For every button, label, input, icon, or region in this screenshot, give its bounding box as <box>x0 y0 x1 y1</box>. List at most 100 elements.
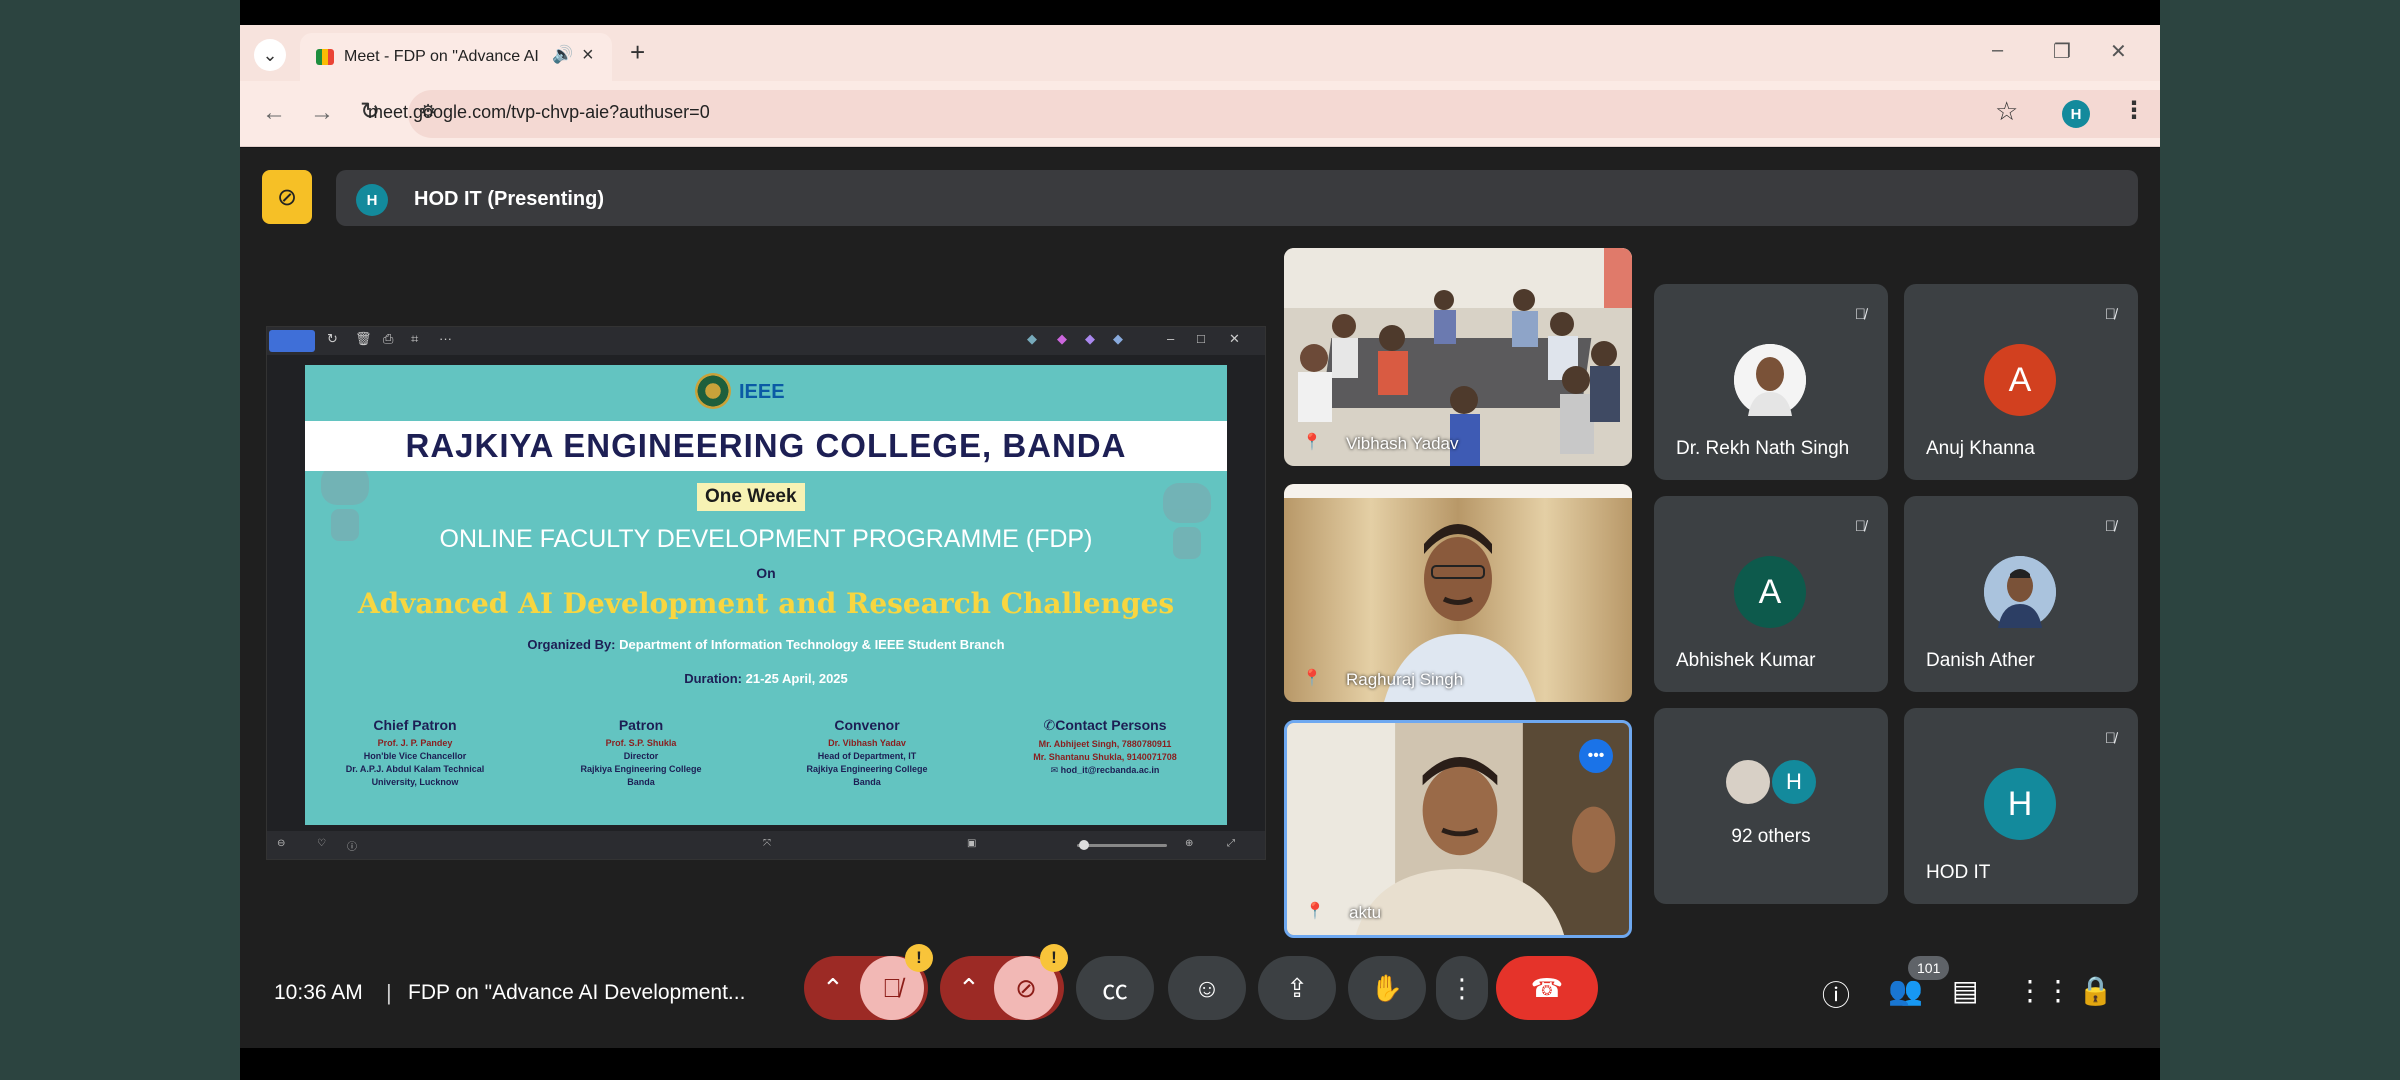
zoom-in-icon: ⊕ <box>1185 838 1194 849</box>
favorite-icon: ♡ <box>317 838 326 849</box>
video-tile[interactable]: 📍 Vibhash Yadav <box>1284 248 1632 466</box>
others-tile[interactable]: H 92 others <box>1654 708 1888 904</box>
edit-button <box>269 330 315 352</box>
participant-name: Vibhash Yadav <box>1346 434 1459 453</box>
column-heading: ✆Contact Persons <box>995 717 1215 734</box>
control-bar: 10:36 AM | FDP on "Advance AI Developmen… <box>240 938 2160 1048</box>
avatar: A <box>1734 556 1806 628</box>
volume-icon[interactable]: 🔊 <box>552 45 573 65</box>
camera-off-icon[interactable]: ⊘ <box>262 170 312 224</box>
present-icon[interactable]: ⇪ <box>1258 956 1336 1020</box>
avatar: H <box>1984 768 2056 840</box>
browser-toolbar: ← → ↻ ⚙ meet.google.com/tvp-chvp-aie?aut… <box>240 81 2160 147</box>
window-close-icon[interactable]: ✕ <box>2110 39 2127 64</box>
video-feed <box>1287 723 1629 935</box>
tool-icon: ◆ <box>1027 331 1037 346</box>
column-line: Prof. J. P. Pandey <box>377 738 453 748</box>
logos: IEEE <box>695 371 835 411</box>
ieee-logo: IEEE <box>739 381 785 403</box>
maximize-icon: □ <box>1197 331 1205 346</box>
warning-icon: ! <box>905 944 933 972</box>
forward-icon[interactable]: → <box>310 99 334 127</box>
participant-tile[interactable]: 🎙̸ H HOD IT <box>1904 708 2138 904</box>
participant-tile[interactable]: 🎙̸ Dr. Rekh Nath Singh <box>1654 284 1888 480</box>
pin-icon[interactable]: 📍 <box>1302 668 1322 688</box>
pin-icon[interactable]: 📍 <box>1305 901 1325 921</box>
profile-avatar[interactable]: H <box>2062 100 2090 128</box>
more-options-icon[interactable]: ⋮ <box>1436 956 1488 1020</box>
activities-icon[interactable]: ⋮⋮ <box>2016 974 2072 1007</box>
clock: 10:36 AM <box>274 981 363 1004</box>
on-label: On <box>756 565 776 581</box>
tab-search-button[interactable]: ⌄ <box>254 39 286 71</box>
browser-tab-strip: ⌄ Meet - FDP on "Advance AI 🔊 × + – ❐ ✕ <box>240 25 2160 81</box>
more-options-icon[interactable]: ••• <box>1579 739 1613 773</box>
meet-area: ⊘ H HOD IT (Presenting) ↻ 🗑 ⎙ ⌗ ··· ◆ ◆ … <box>240 148 2160 1048</box>
divider: | <box>386 980 392 1005</box>
avatar <box>1734 344 1806 416</box>
tab-title: Meet - FDP on "Advance AI <box>344 48 539 65</box>
viewer-toolbar: ↻ 🗑 ⎙ ⌗ ··· ◆ ◆ ◆ ◆ – □ ✕ <box>267 327 1265 355</box>
contact-persons-column: ✆Contact Persons Mr. Abhijeet Singh, 788… <box>995 717 1215 777</box>
mic-off-icon: 🎙̸ <box>1854 518 1866 535</box>
column-line: Mr. Abhijeet Singh, 7880780911 <box>1038 739 1172 749</box>
more-icon: ··· <box>439 331 452 346</box>
pin-icon[interactable]: 📍 <box>1302 432 1322 452</box>
viewer-statusbar: ⊖ ♡ ⓘ ⤧ ▣ ⊕ ⤢ <box>267 831 1265 859</box>
tool-icon: ◆ <box>1113 331 1123 346</box>
participant-tile[interactable]: 🎙̸ Danish Ather <box>1904 496 2138 692</box>
participant-name: HOD IT <box>1926 862 1991 883</box>
one-week-badge: One Week <box>697 483 805 511</box>
participant-name: Raghuraj Singh <box>1346 670 1464 689</box>
organized-label: Organized By: <box>527 637 616 652</box>
meet-favicon-icon <box>316 49 334 65</box>
restore-icon[interactable]: ❐ <box>2053 39 2071 64</box>
delete-icon: 🗑 <box>355 331 372 346</box>
avatar: H <box>1772 760 1816 804</box>
emoji-icon[interactable]: ☺ <box>1168 956 1246 1020</box>
phone-icon: ✆ <box>1043 717 1056 733</box>
email-text: hod_it@recbanda.ac.in <box>1060 765 1160 775</box>
column-line: University, Lucknow <box>371 777 459 787</box>
host-controls-icon[interactable]: 🔒 <box>2078 974 2113 1007</box>
hang-up-icon[interactable]: ☎ <box>1496 956 1598 1020</box>
column-line: Banda <box>853 777 881 787</box>
participant-name: aktu <box>1349 903 1382 922</box>
info-icon[interactable]: ⓘ <box>1822 974 1850 1014</box>
close-icon[interactable]: × <box>582 44 594 67</box>
chief-patron-column: Chief Patron Prof. J. P. Pandey Hon'ble … <box>315 717 515 789</box>
minimize-icon[interactable]: – <box>1992 39 2003 62</box>
participant-tile[interactable]: 🎙̸ A Abhishek Kumar <box>1654 496 1888 692</box>
captions-icon[interactable]: ㏄ <box>1076 956 1154 1020</box>
mic-off-icon: 🎙̸ <box>1854 306 1866 323</box>
participants-count-badge: 101 <box>1908 956 1950 980</box>
mic-off-icon: 🎙̸ <box>2104 306 2116 323</box>
column-heading: Chief Patron <box>373 717 457 733</box>
browser-tab[interactable]: Meet - FDP on "Advance AI 🔊 × <box>300 33 612 81</box>
shared-screen: ↻ 🗑 ⎙ ⌗ ··· ◆ ◆ ◆ ◆ – □ ✕ IEEE RAJKIYA E… <box>266 326 1266 860</box>
mic-off-icon: 🎙̸ <box>2104 730 2116 747</box>
patron-column: Patron Prof. S.P. Shukla Director Rajkiy… <box>541 717 741 789</box>
star-icon[interactable]: ☆ <box>1995 96 2018 127</box>
close-icon: ✕ <box>1229 331 1240 346</box>
avatar: A <box>1984 344 2056 416</box>
column-line: Banda <box>627 777 655 787</box>
zoom-slider <box>1077 844 1167 847</box>
participant-tile[interactable]: 🎙̸ A Anuj Khanna <box>1904 284 2138 480</box>
raise-hand-icon[interactable]: ✋ <box>1348 956 1426 1020</box>
duration: Duration: 21-25 April, 2025 <box>305 671 1227 686</box>
video-tile-active-speaker[interactable]: ••• 📍 aktu <box>1284 720 1632 938</box>
mic-off-icon: 🎙̸ <box>2104 518 2116 535</box>
plus-icon[interactable]: + <box>630 39 645 65</box>
topic-title: Advanced AI Development and Research Cha… <box>357 587 1175 620</box>
menu-icon[interactable]: ⋮ <box>2122 96 2146 125</box>
video-tile[interactable]: 📍 Raghuraj Singh <box>1284 484 1632 702</box>
column-line: ✉ hod_it@recbanda.ac.in <box>995 764 1215 777</box>
bottom-bezel <box>240 1048 2160 1080</box>
organized-value: Department of Information Technology & I… <box>619 637 1005 652</box>
expand-icon: ⤢ <box>1227 838 1235 849</box>
presenting-bar: H HOD IT (Presenting) <box>336 170 2138 226</box>
info-icon: ⊖ <box>277 838 286 849</box>
back-icon[interactable]: ← <box>262 99 286 127</box>
chat-icon[interactable]: ▤ <box>1952 974 1978 1007</box>
